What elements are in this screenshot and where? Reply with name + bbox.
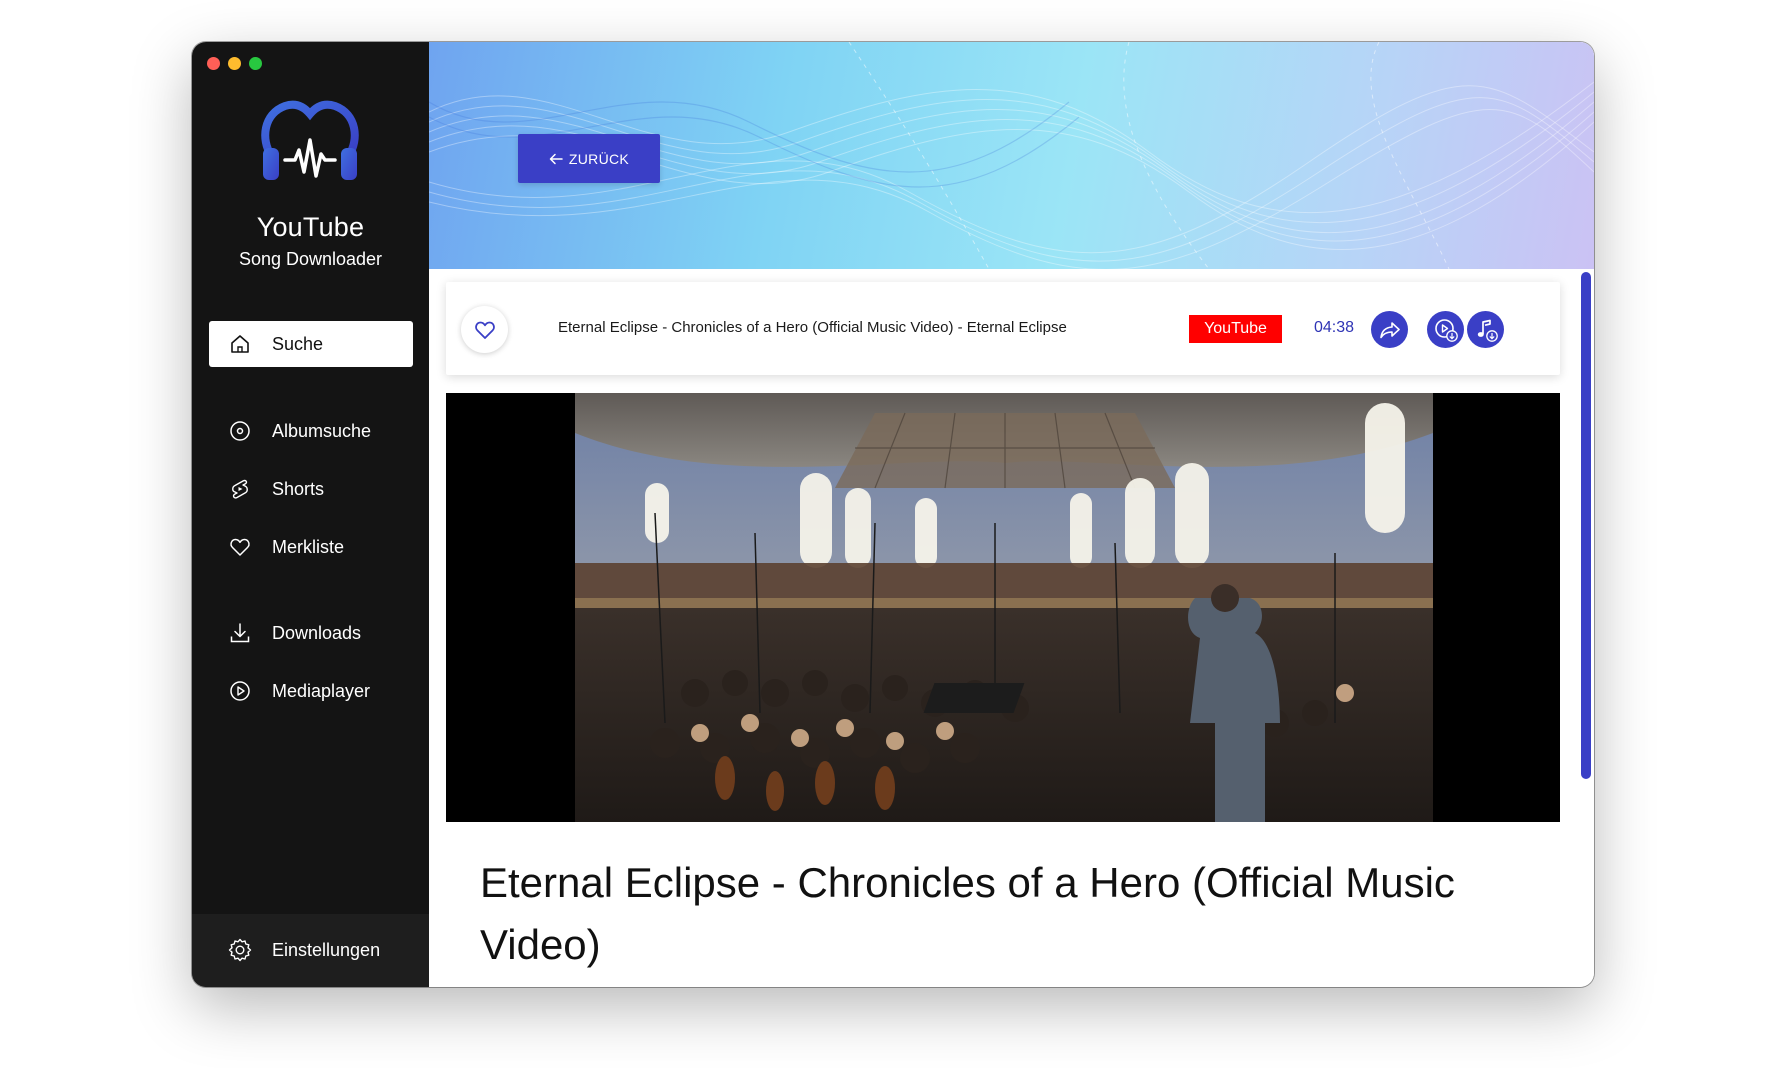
sidebar: YouTube Song Downloader Suche Albumsuche… [192,42,429,987]
home-icon [226,330,254,358]
audio-download-icon [1477,319,1498,342]
sidebar-item-mediaplayer[interactable]: Mediaplayer [209,668,413,714]
app-subtitle: Song Downloader [238,249,383,269]
minimize-window-button[interactable] [228,57,241,70]
track-title: Eternal Eclipse - Chronicles of a Hero (… [558,319,1067,336]
sidebar-item-label: Suche [272,333,324,354]
scrollbar-thumb[interactable] [1581,272,1591,779]
download-icon [226,619,254,647]
sidebar-item-suche[interactable]: Suche [209,321,413,367]
sidebar-item-shorts[interactable]: Shorts [209,466,413,512]
gear-icon [226,936,254,964]
arrow-left-icon [549,153,563,164]
window-controls [207,57,262,70]
maximize-window-button[interactable] [249,57,262,70]
sidebar-item-label: Merkliste [272,536,345,557]
back-button[interactable]: ZURÜCK [518,134,660,183]
video-frame [575,393,1433,822]
source-badge: YouTube [1189,315,1282,343]
app-title: YouTube [256,212,365,242]
sidebar-item-label: Downloads [272,622,362,643]
share-button[interactable] [1371,311,1408,348]
header-banner: ZURÜCK [429,42,1594,269]
sidebar-item-downloads[interactable]: Downloads [209,610,413,656]
close-window-button[interactable] [207,57,220,70]
sidebar-item-merkliste[interactable]: Merkliste [209,524,413,570]
sidebar-item-label: Shorts [272,478,325,499]
settings-bar: Einstellungen [192,914,429,987]
play-circle-icon [226,677,254,705]
track-card: Eternal Eclipse - Chronicles of a Hero (… [446,282,1560,375]
audio-download-button[interactable] [1467,311,1504,348]
sidebar-item-albumsuche[interactable]: Albumsuche [209,408,413,454]
heart-icon [474,321,495,339]
sidebar-item-einstellungen[interactable]: Einstellungen [209,927,413,973]
sidebar-item-label: Einstellungen [272,939,381,960]
back-button-label: ZURÜCK [568,150,630,167]
video-headline: Eternal Eclipse - Chronicles of a Hero (… [480,859,1455,968]
track-duration: 04:38 [1314,319,1355,336]
main-content: ZURÜCK Eternal Eclipse - Chronicles of a… [429,42,1594,987]
main-scrollbar[interactable] [1580,269,1594,987]
favorite-button[interactable] [461,306,508,353]
sidebar-item-label: Albumsuche [272,420,372,441]
sidebar-item-label: Mediaplayer [272,680,371,701]
app-window: YouTube Song Downloader Suche Albumsuche… [192,42,1594,987]
video-player[interactable] [446,393,1560,822]
shorts-icon [226,475,254,503]
disc-icon [226,417,254,445]
video-download-button[interactable] [1427,311,1464,348]
heart-icon [226,533,254,561]
app-logo [261,100,359,180]
video-download-icon [1434,318,1458,342]
share-icon [1379,321,1400,338]
